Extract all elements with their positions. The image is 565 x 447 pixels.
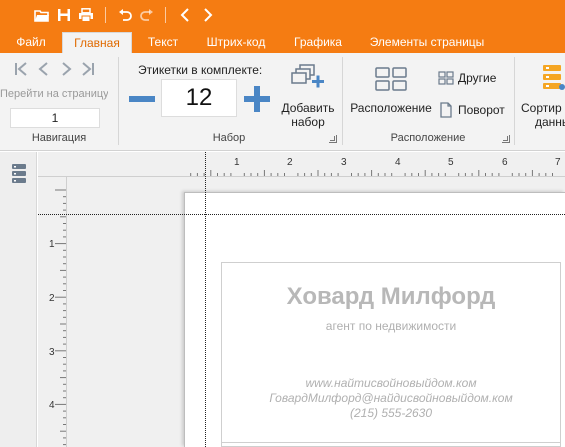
data-source-icon[interactable] <box>10 163 28 185</box>
group-label-set: Набор <box>212 132 246 144</box>
tab-home[interactable]: Главная <box>62 32 132 53</box>
other-icon <box>438 71 454 85</box>
layout-icon[interactable] <box>375 67 407 91</box>
folder-open-icon[interactable] <box>32 5 52 25</box>
layout-button[interactable]: Расположение <box>348 101 434 115</box>
ruler-label: 7 <box>555 157 561 168</box>
other-label: Другие <box>458 71 497 85</box>
quick-access-toolbar <box>0 0 565 30</box>
sort-data-button[interactable]: Сортир данны <box>521 101 565 129</box>
tab-file[interactable]: Файл <box>6 32 56 53</box>
ruler-label: 5 <box>448 157 454 168</box>
left-sidebar <box>0 152 37 447</box>
vertical-guide-line[interactable] <box>205 152 206 447</box>
tab-page-elements[interactable]: Элементы страницы <box>362 32 492 53</box>
rotate-label: Поворот <box>458 103 505 117</box>
ruler-label: 2 <box>287 157 293 168</box>
toolbar-separator <box>105 7 106 23</box>
labels-in-set-label: Этикетки в комплекте: <box>138 63 263 77</box>
card-email-text[interactable]: ГовардМилфорд@найдисвойновыйдом.ком <box>221 391 561 405</box>
decrease-button[interactable] <box>128 85 156 113</box>
card-name-text[interactable]: Ховард Милфорд <box>221 283 561 311</box>
sort-label-line2: данны <box>535 115 565 129</box>
ruler-label: 3 <box>341 157 347 168</box>
label-divider <box>221 442 561 443</box>
ribbon-tabs: Файл Главная Текст Штрих-код Графика Эле… <box>0 30 565 53</box>
vertical-ruler: 1 2 3 4 <box>38 177 67 447</box>
card-role-text[interactable]: агент по недвижимости <box>221 319 561 333</box>
horizontal-ruler: 1 2 3 4 5 6 7 <box>38 152 565 177</box>
add-set-button[interactable]: Добавить набор <box>276 101 340 129</box>
group-separator <box>514 57 515 145</box>
print-icon[interactable] <box>76 5 96 25</box>
card-website-text[interactable]: www.найтисвойновыйдом.ком <box>221 376 561 390</box>
increase-button[interactable] <box>243 85 271 113</box>
last-page-icon[interactable] <box>81 62 95 76</box>
ruler-label: 4 <box>49 400 55 411</box>
redo-icon[interactable] <box>137 5 157 25</box>
ruler-label: 3 <box>49 347 55 358</box>
card-phone-text[interactable]: (215) 555-2630 <box>221 406 561 420</box>
first-page-icon[interactable] <box>14 62 28 76</box>
rotate-icon <box>440 102 452 118</box>
group-label-layout: Расположение <box>390 132 466 144</box>
save-icon[interactable] <box>54 5 74 25</box>
ribbon-panel: Перейти на страницу 1 Навигация Этикетки… <box>0 53 565 151</box>
tab-graphics[interactable]: Графика <box>284 32 352 53</box>
undo-icon[interactable] <box>115 5 135 25</box>
goto-page-label: Перейти на страницу <box>0 88 108 100</box>
set-dialog-launcher-icon[interactable] <box>329 135 337 143</box>
add-set-icon[interactable] <box>291 63 325 93</box>
add-set-label-line2: набор <box>291 115 325 129</box>
tab-barcode[interactable]: Штрих-код <box>196 32 276 53</box>
horizontal-guide-line[interactable] <box>38 214 565 215</box>
ruler-label: 4 <box>395 157 401 168</box>
ruler-label: 1 <box>234 157 240 168</box>
ruler-label: 1 <box>49 239 55 250</box>
other-button[interactable]: Другие <box>438 69 496 87</box>
ruler-label: 2 <box>49 293 55 304</box>
rotate-button[interactable]: Поворот <box>438 101 505 119</box>
layout-dialog-launcher-icon[interactable] <box>502 135 510 143</box>
prev-page-icon[interactable] <box>37 62 51 76</box>
toolbar-separator <box>165 7 166 23</box>
prev-icon[interactable] <box>175 5 195 25</box>
add-set-label-line1: Добавить <box>281 101 335 115</box>
tab-text[interactable]: Текст <box>138 32 188 53</box>
page-number-input[interactable]: 1 <box>10 108 100 128</box>
ruler-label: 6 <box>502 157 508 168</box>
ruler-ticks <box>190 170 553 176</box>
next-page-icon[interactable] <box>59 62 73 76</box>
group-label-navigation: Навигация <box>31 132 87 144</box>
sort-label-line1: Сортир <box>521 101 562 115</box>
sort-data-icon[interactable] <box>541 63 565 93</box>
labels-count-input[interactable]: 12 <box>161 79 237 117</box>
next-icon[interactable] <box>198 5 218 25</box>
